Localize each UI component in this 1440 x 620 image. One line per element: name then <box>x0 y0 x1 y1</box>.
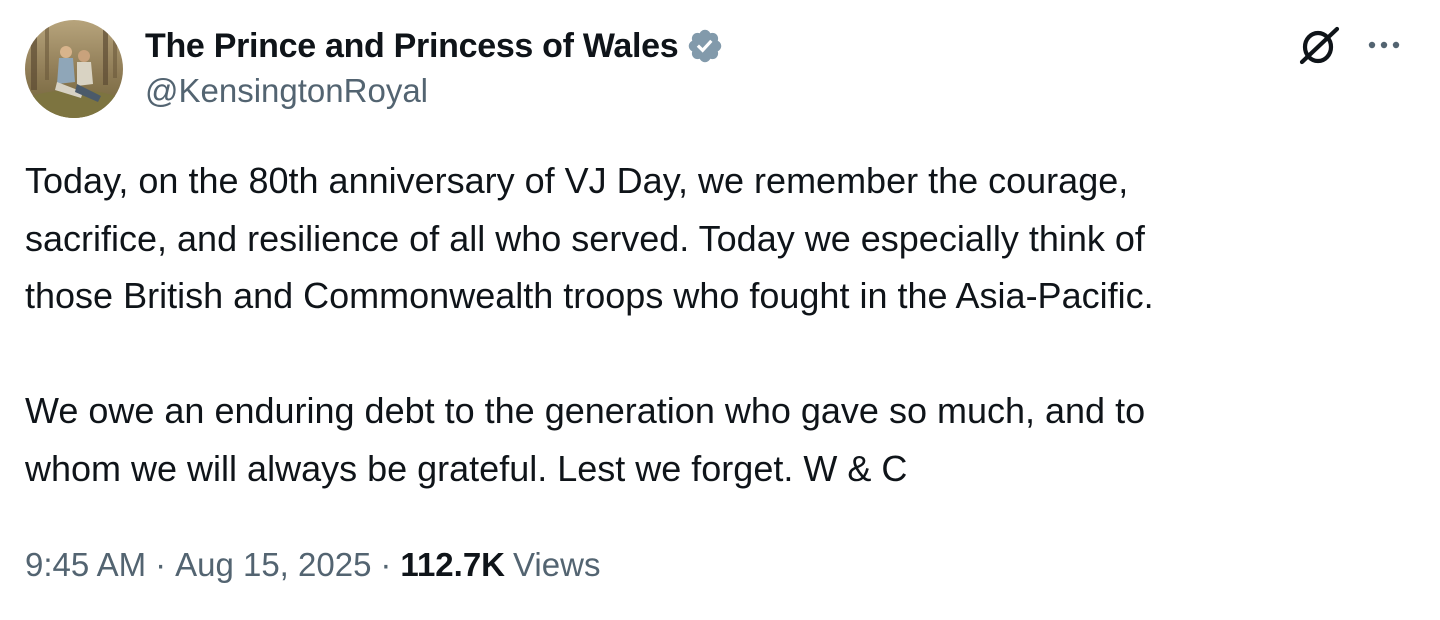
author-handle[interactable]: @KensingtonRoyal <box>145 72 428 110</box>
meta-separator: · <box>155 546 167 583</box>
tweet-meta: 9:45 AM · Aug 15, 2025 · 112.7K Views <box>25 546 600 584</box>
author-row: The Prince and Princess of Wales <box>145 24 724 68</box>
tweet-time[interactable]: 9:45 AM <box>25 546 146 584</box>
tweet-line: Today, on the 80th anniversary of VJ Day… <box>25 160 1129 201</box>
more-icon[interactable] <box>1362 30 1408 60</box>
tweet-card: The Prince and Princess of Wales @Kensin… <box>0 0 1440 620</box>
tweet-line: whom we will always be grateful. Lest we… <box>25 447 908 489</box>
verified-badge-icon[interactable] <box>686 27 724 65</box>
avatar[interactable] <box>25 20 123 118</box>
views-label[interactable]: Views <box>513 546 600 584</box>
views-count[interactable]: 112.7K <box>400 546 505 584</box>
grok-icon[interactable] <box>1296 26 1342 66</box>
tweet-date[interactable]: Aug 15, 2025 <box>175 546 371 584</box>
tweet-line: those British and Commonwealth troops wh… <box>25 275 1154 316</box>
tweet-line: We owe an enduring debt to the generatio… <box>25 390 1146 431</box>
meta-separator: · <box>380 546 392 583</box>
display-name[interactable]: The Prince and Princess of Wales <box>145 27 679 66</box>
tweet-line: sacrifice, and resilience of all who ser… <box>25 217 1145 259</box>
tweet-text: Today, on the 80th anniversary of VJ Day… <box>25 152 1420 497</box>
